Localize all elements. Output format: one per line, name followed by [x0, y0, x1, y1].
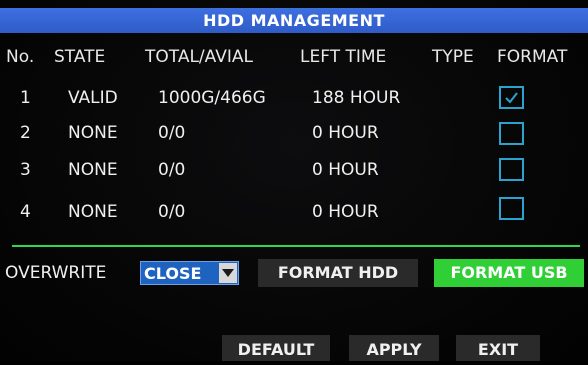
table-row: 1 VALID 1000G/466G 188 HOUR — [0, 83, 588, 113]
row-left-time: 0 HOUR — [312, 160, 379, 180]
section-divider — [12, 245, 580, 247]
row-left-time: 0 HOUR — [312, 202, 379, 222]
row-state: NONE — [68, 123, 118, 143]
row-total-avail: 0/0 — [158, 123, 186, 143]
table-row: 4 NONE 0/0 0 HOUR — [0, 197, 588, 227]
default-button[interactable]: DEFAULT — [222, 335, 330, 361]
overwrite-select[interactable]: CLOSE — [140, 261, 239, 285]
table-header: No. STATE TOTAL/AVIAL LEFT TIME TYPE FOR… — [0, 44, 588, 70]
header-format: FORMAT — [497, 47, 568, 67]
row-state: VALID — [68, 88, 118, 108]
header-left-time: LEFT TIME — [300, 47, 387, 67]
row-left-time: 0 HOUR — [312, 123, 379, 143]
format-hdd-button[interactable]: FORMAT HDD — [258, 259, 418, 287]
row-state: NONE — [68, 202, 118, 222]
header-type: TYPE — [432, 47, 474, 67]
check-icon — [505, 92, 518, 104]
overwrite-label: OVERWRITE — [5, 263, 107, 283]
row-no: 3 — [20, 160, 31, 180]
hdd-management-screen: HDD MANAGEMENT No. STATE TOTAL/AVIAL LEF… — [0, 0, 588, 361]
format-checkbox[interactable] — [499, 122, 524, 145]
format-checkbox[interactable] — [499, 86, 524, 109]
page-title: HDD MANAGEMENT — [0, 8, 588, 33]
table-row: 2 NONE 0/0 0 HOUR — [0, 118, 588, 148]
header-no: No. — [6, 47, 35, 67]
exit-button[interactable]: EXIT — [456, 335, 540, 361]
apply-button[interactable]: APPLY — [349, 335, 439, 361]
row-total-avail: 0/0 — [158, 202, 186, 222]
row-no: 4 — [20, 202, 31, 222]
header-total-avail: TOTAL/AVIAL — [145, 47, 253, 67]
format-checkbox[interactable] — [499, 197, 524, 220]
format-checkbox[interactable] — [499, 158, 524, 181]
format-usb-button[interactable]: FORMAT USB — [434, 259, 584, 287]
chevron-down-icon[interactable] — [219, 263, 237, 283]
row-left-time: 188 HOUR — [312, 88, 401, 108]
row-state: NONE — [68, 160, 118, 180]
table-row: 3 NONE 0/0 0 HOUR — [0, 155, 588, 185]
header-state: STATE — [54, 47, 106, 67]
overwrite-select-value: CLOSE — [144, 263, 202, 283]
row-no: 1 — [20, 88, 31, 108]
row-no: 2 — [20, 123, 31, 143]
row-total-avail: 0/0 — [158, 160, 186, 180]
row-total-avail: 1000G/466G — [158, 88, 266, 108]
